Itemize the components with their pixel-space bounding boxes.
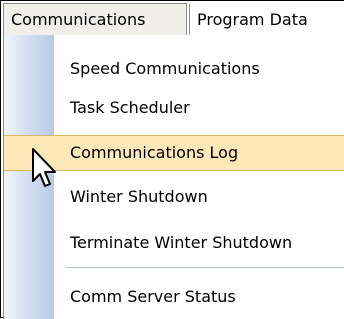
menu-item-label: Terminate Winter Shutdown: [70, 233, 293, 252]
menu-item-speed-communications[interactable]: Speed Communications: [4, 51, 344, 87]
menu-communications[interactable]: Communications: [3, 3, 187, 35]
menu-bar: Communications Program Data: [1, 1, 344, 37]
menu-program-data-label: Program Data: [197, 10, 308, 29]
menu-item-terminate-winter-shutdown[interactable]: Terminate Winter Shutdown: [4, 225, 344, 261]
menu-item-label: Winter Shutdown: [70, 187, 208, 206]
menu-item-label: Task Scheduler: [70, 98, 190, 117]
menu-item-comm-server-status[interactable]: Comm Server Status: [4, 279, 344, 315]
menu-program-data[interactable]: Program Data: [189, 3, 343, 35]
arrow-cursor-icon: [32, 148, 56, 187]
menu-item-label: Communications Log: [70, 143, 239, 162]
menu-item-task-scheduler[interactable]: Task Scheduler: [4, 90, 344, 126]
menu-separator: [66, 267, 344, 268]
application-window: Communications Program Data Speed Commun…: [0, 0, 344, 319]
menu-item-label: Comm Server Status: [70, 287, 236, 306]
menu-communications-label: Communications: [11, 10, 146, 29]
menu-item-label: Speed Communications: [70, 59, 260, 78]
